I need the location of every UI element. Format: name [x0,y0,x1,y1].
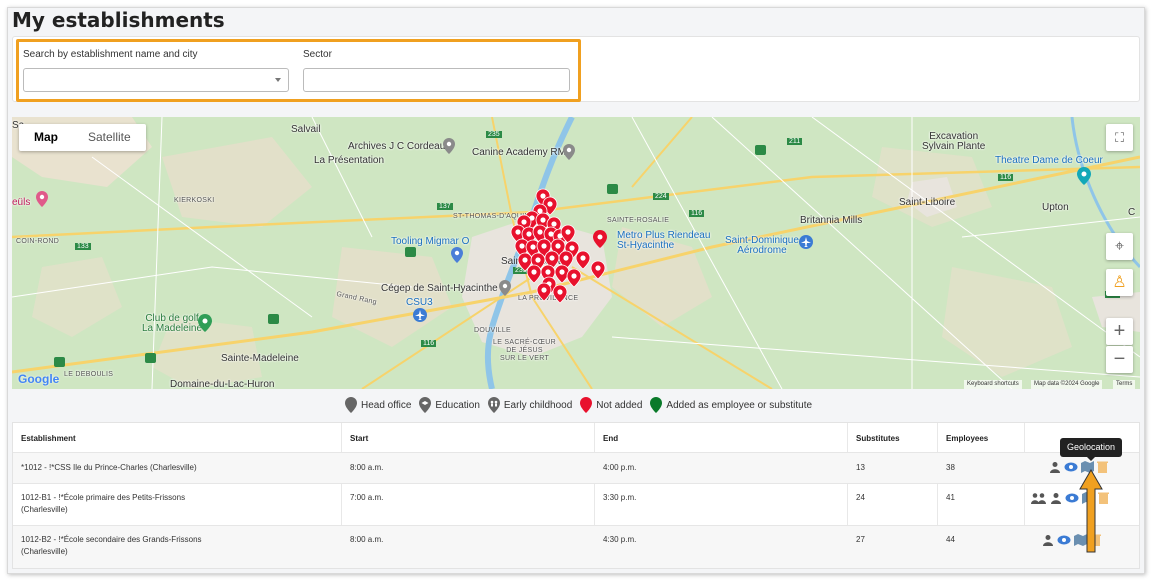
google-logo: Google [18,372,60,386]
establishment-pin[interactable] [566,268,582,288]
street-view-pegman[interactable]: ♙ [1106,269,1133,296]
cell-start: 8:00 a.m. [350,463,384,472]
my-location-button[interactable]: ⌖ [1106,233,1133,260]
minus-icon: − [1113,348,1126,370]
column-header-substitutes[interactable]: Substitutes [856,434,900,443]
column-header-establishment[interactable]: Establishment [21,434,76,443]
column-header-start[interactable]: Start [350,434,368,443]
legend-label: Early childhood [503,399,573,411]
establishment-pin[interactable] [552,284,568,304]
eye-icon[interactable] [1065,492,1079,504]
table-row[interactable]: 1012-B2 - !*École secondaire des Grands-… [13,526,1139,568]
zoom-in-button[interactable]: + [1106,318,1133,345]
map-type-satellite-button[interactable]: Satellite [73,124,146,151]
app-frame: My establishments Search by establishmen… [7,7,1145,574]
establishment-pin[interactable] [575,250,591,270]
map-pin-red-icon [580,397,593,413]
cell-establishment: 1012-B1 - !*École primaire des Petits-Fr… [21,493,186,514]
map-pin-early-childhood-icon [487,397,500,413]
cell-substitutes: 27 [856,535,865,544]
users-group-icon[interactable] [1031,492,1047,504]
cell-establishment: 1012-B2 - !*École secondaire des Grands-… [21,535,202,556]
zoom-out-button[interactable]: − [1106,346,1133,373]
fullscreen-button[interactable]: ⛶ [1106,124,1133,151]
table-row[interactable]: 1012-B1 - !*École primaire des Petits-Fr… [13,484,1139,526]
cell-start: 7:00 a.m. [350,493,384,502]
column-header-employees[interactable]: Employees [946,434,988,443]
cell-substitutes: 13 [856,463,865,472]
user-icon[interactable] [1049,461,1061,473]
legend-item-head-office: Head office [345,397,411,413]
fullscreen-icon: ⛶ [1114,130,1125,145]
establishment-pin[interactable] [536,282,552,302]
eye-icon[interactable] [1057,534,1071,546]
legend-item-not-added: Not added [580,397,642,413]
crosshair-icon: ⌖ [1114,238,1124,255]
annotation-arrow-icon [1079,469,1103,553]
plus-icon: + [1113,320,1126,342]
cell-substitutes: 24 [856,493,865,502]
page-title: My establishments [12,8,225,32]
annotation-highlight-box [16,39,581,102]
cell-start: 8:00 a.m. [350,535,384,544]
map-pin-education-icon [419,397,432,413]
pegman-icon: ♙ [1112,274,1127,291]
legend-item-early-childhood: Early childhood [487,397,573,413]
map-view[interactable]: 235 137 224 116 211 116 133 116 235 116 … [12,117,1140,389]
establishment-pin[interactable] [590,260,606,280]
table-header-row: Establishment Start End Substitutes Empl… [13,423,1139,453]
cell-employees: 44 [946,535,955,544]
map-pin-green-icon [650,397,663,413]
geolocation-tooltip: Geolocation [1060,438,1122,461]
cell-end: 4:30 p.m. [603,535,637,544]
cell-employees: 41 [946,493,955,502]
legend-item-education: Education [419,397,480,413]
establishments-table: Establishment Start End Substitutes Empl… [12,422,1140,569]
cell-end: 4:00 p.m. [603,463,637,472]
column-header-end[interactable]: End [603,434,618,443]
cell-establishment: *1012 - !*CSS Ile du Prince-Charles (Cha… [21,463,197,472]
table-row[interactable]: *1012 - !*CSS Ile du Prince-Charles (Cha… [13,453,1139,484]
map-pin-gray-icon [345,397,357,413]
establishment-pins[interactable] [12,117,1140,389]
legend-item-added: Added as employee or substitute [650,397,812,413]
legend-label: Added as employee or substitute [666,399,813,411]
eye-icon[interactable] [1064,461,1078,473]
legend-label: Education [435,399,480,411]
legend-label: Not added [596,399,643,411]
keyboard-shortcuts-link[interactable]: Keyboard shortcuts [964,380,1022,389]
user-icon[interactable] [1042,534,1054,546]
map-legend: Head office Education Early childhood No… [345,397,820,413]
map-data-attribution: Map data ©2024 Google [1031,380,1103,389]
user-icon[interactable] [1050,492,1062,504]
legend-label: Head office [361,399,412,411]
map-type-control[interactable]: Map Satellite [19,124,146,151]
map-type-map-button[interactable]: Map [19,124,73,151]
establishment-pin[interactable] [526,264,542,284]
cell-employees: 38 [946,463,955,472]
terms-link[interactable]: Terms [1113,380,1136,389]
cell-end: 3:30 p.m. [603,493,637,502]
